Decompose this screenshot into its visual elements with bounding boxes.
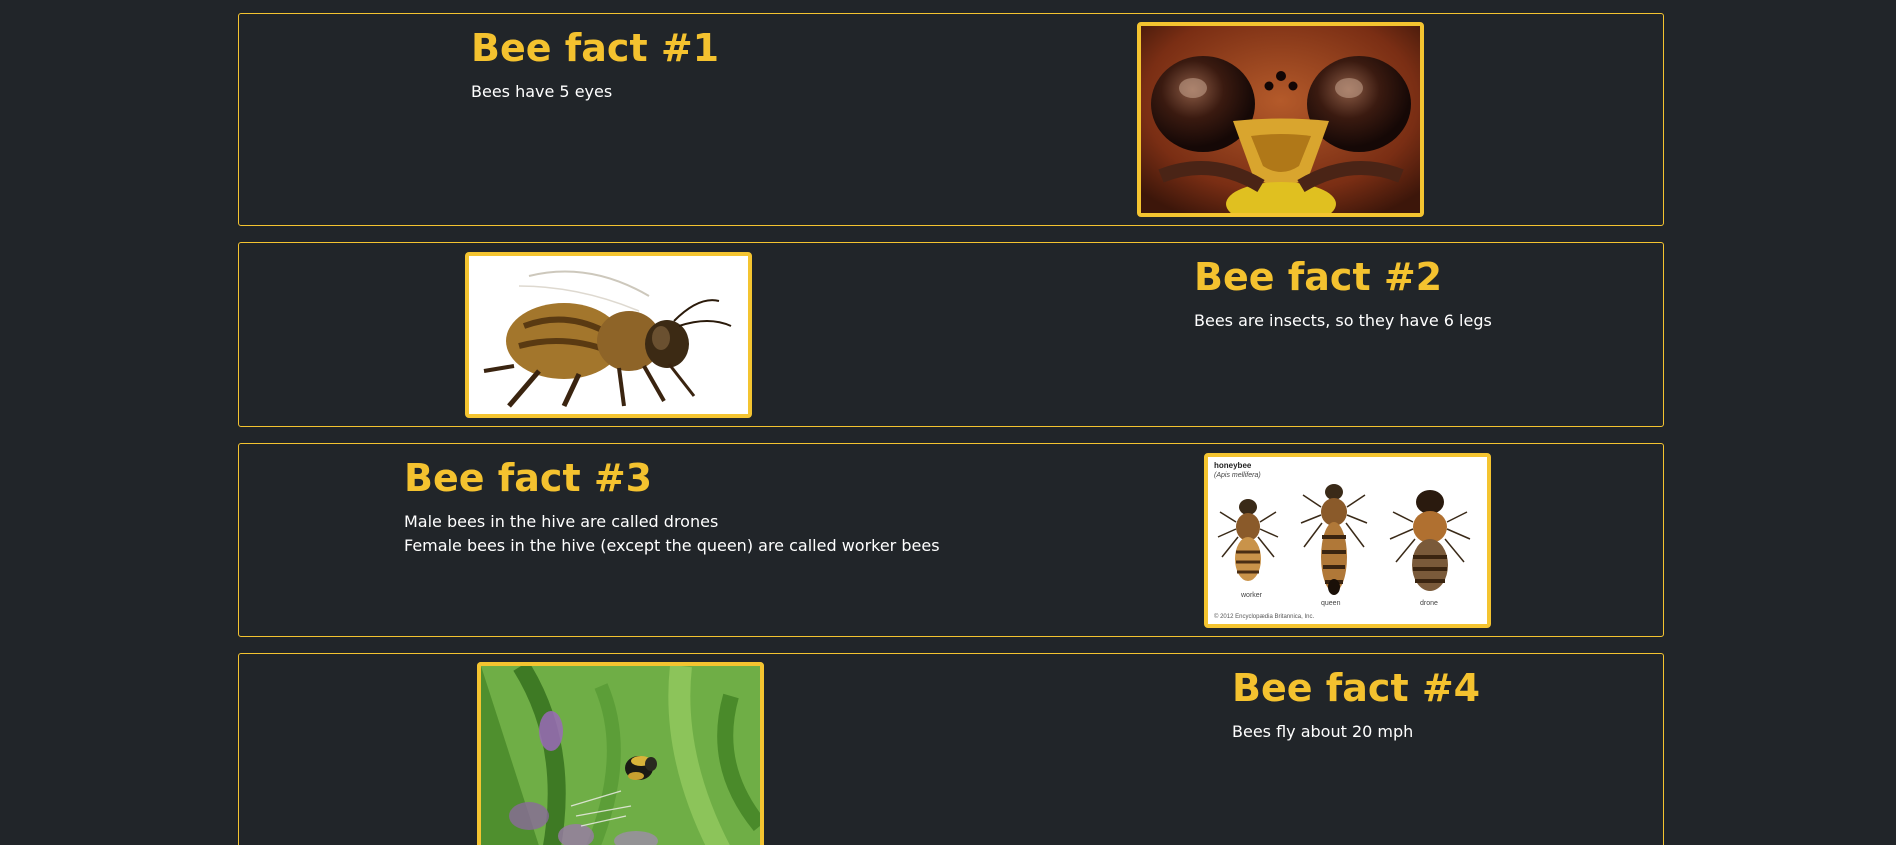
fact-text-4: Bees fly about 20 mph (1232, 722, 1414, 741)
castes-credit: © 2012 Encyclopædia Britannica, Inc. (1214, 613, 1314, 620)
fact-card-2: Bee fact #2 Bees are insects, so they ha… (238, 242, 1664, 427)
bumblebee-image (477, 662, 764, 845)
bee-castes-icon: honeybee (Apis mellifera) worker queen d… (1208, 457, 1487, 624)
bumblebee-flowers-icon (481, 666, 760, 845)
fact-text-2: Bees are insects, so they have 6 legs (1194, 311, 1492, 330)
worker-label: worker (1240, 592, 1263, 599)
honeybee-image (465, 252, 752, 418)
fact-title-4: Bee fact #4 (1232, 666, 1481, 710)
queen-label: queen (1321, 600, 1341, 607)
fact-card-4: Bee fact #4 Bees fly about 20 mph (238, 653, 1664, 845)
fact-text-1: Bees have 5 eyes (471, 82, 613, 101)
fact-title-1: Bee fact #1 (471, 26, 720, 70)
fact-text-3b: Female bees in the hive (except the quee… (404, 536, 940, 555)
bee-face-image (1137, 22, 1424, 217)
drone-label: drone (1420, 600, 1438, 607)
fact-card-3: Bee fact #3 Male bees in the hive are ca… (238, 443, 1664, 637)
fact-card-1: Bee fact #1 Bees have 5 eyes (238, 13, 1664, 226)
honeybee-castes-image: honeybee (Apis mellifera) worker queen d… (1204, 453, 1491, 628)
castes-subheading: (Apis mellifera) (1214, 472, 1261, 479)
fact-title-2: Bee fact #2 (1194, 255, 1443, 299)
fact-title-3: Bee fact #3 (404, 456, 653, 500)
bee-face-icon (1141, 26, 1420, 213)
bee-facts-page: Bee fact #1 Bees have 5 eyes Bee fact #2… (0, 0, 1896, 845)
fact-text-3a: Male bees in the hive are called drones (404, 512, 719, 531)
castes-heading: honeybee (1214, 461, 1252, 470)
honeybee-icon (469, 256, 748, 414)
